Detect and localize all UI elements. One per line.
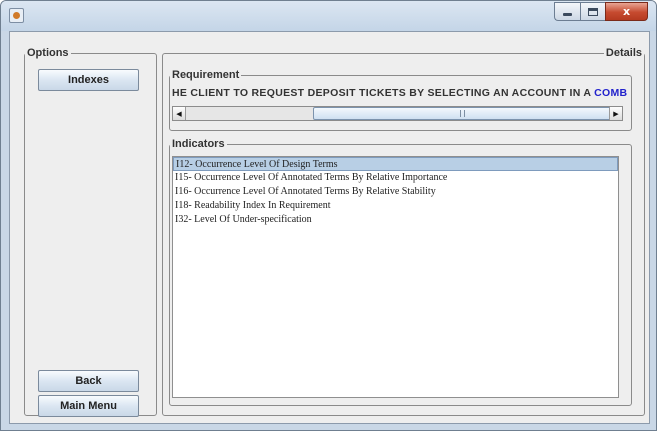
title-bar[interactable]: x — [1, 1, 656, 31]
window-controls: x — [554, 2, 648, 21]
options-panel: Options Indexes Back Main Menu — [24, 47, 157, 417]
client-area: Options Indexes Back Main Menu Details R… — [9, 31, 650, 424]
app-icon — [9, 8, 24, 23]
scroll-left-icon[interactable]: ◀ — [173, 107, 186, 120]
requirement-text: HE CLIENT TO REQUEST DEPOSIT TICKETS BY … — [172, 87, 627, 103]
requirement-legend: Requirement — [172, 69, 240, 81]
indicators-panel: Indicators I12- Occurrence Level Of Desi… — [169, 138, 632, 406]
scroll-right-icon[interactable]: ▶ — [609, 107, 622, 120]
grip-icon — [459, 110, 465, 117]
indicators-legend: Indicators — [172, 138, 225, 150]
minimize-icon — [563, 13, 572, 16]
close-icon: x — [622, 5, 631, 18]
indicators-list[interactable]: I12- Occurrence Level Of Design Terms I1… — [172, 156, 619, 398]
close-button[interactable]: x — [605, 2, 648, 21]
list-item[interactable]: I32- Level Of Under-specification — [173, 213, 618, 227]
application-window: x Options Indexes Back Main Menu Details… — [0, 0, 657, 431]
maximize-button[interactable] — [580, 2, 605, 21]
scrollbar-thumb[interactable] — [313, 107, 611, 120]
details-panel: Details Requirement HE CLIENT TO REQUEST… — [162, 47, 645, 416]
indexes-button[interactable]: Indexes — [38, 69, 139, 91]
requirement-text-highlight: COMBO BOX — [594, 87, 627, 99]
list-item[interactable]: I15- Occurrence Level Of Annotated Terms… — [173, 171, 618, 185]
minimize-button[interactable] — [554, 2, 580, 21]
list-item[interactable]: I12- Occurrence Level Of Design Terms — [173, 157, 618, 171]
list-item[interactable]: I18- Readability Index In Requirement — [173, 199, 618, 213]
requirement-panel: Requirement HE CLIENT TO REQUEST DEPOSIT… — [169, 69, 632, 131]
options-legend: Options — [27, 47, 69, 59]
details-legend: Details — [605, 47, 642, 59]
back-button[interactable]: Back — [38, 370, 139, 392]
requirement-horizontal-scrollbar[interactable]: ◀ ▶ — [172, 106, 623, 121]
maximize-icon — [588, 7, 598, 16]
requirement-text-main: HE CLIENT TO REQUEST DEPOSIT TICKETS BY … — [172, 87, 595, 99]
list-item[interactable]: I16- Occurrence Level Of Annotated Terms… — [173, 185, 618, 199]
main-menu-button[interactable]: Main Menu — [38, 395, 139, 417]
